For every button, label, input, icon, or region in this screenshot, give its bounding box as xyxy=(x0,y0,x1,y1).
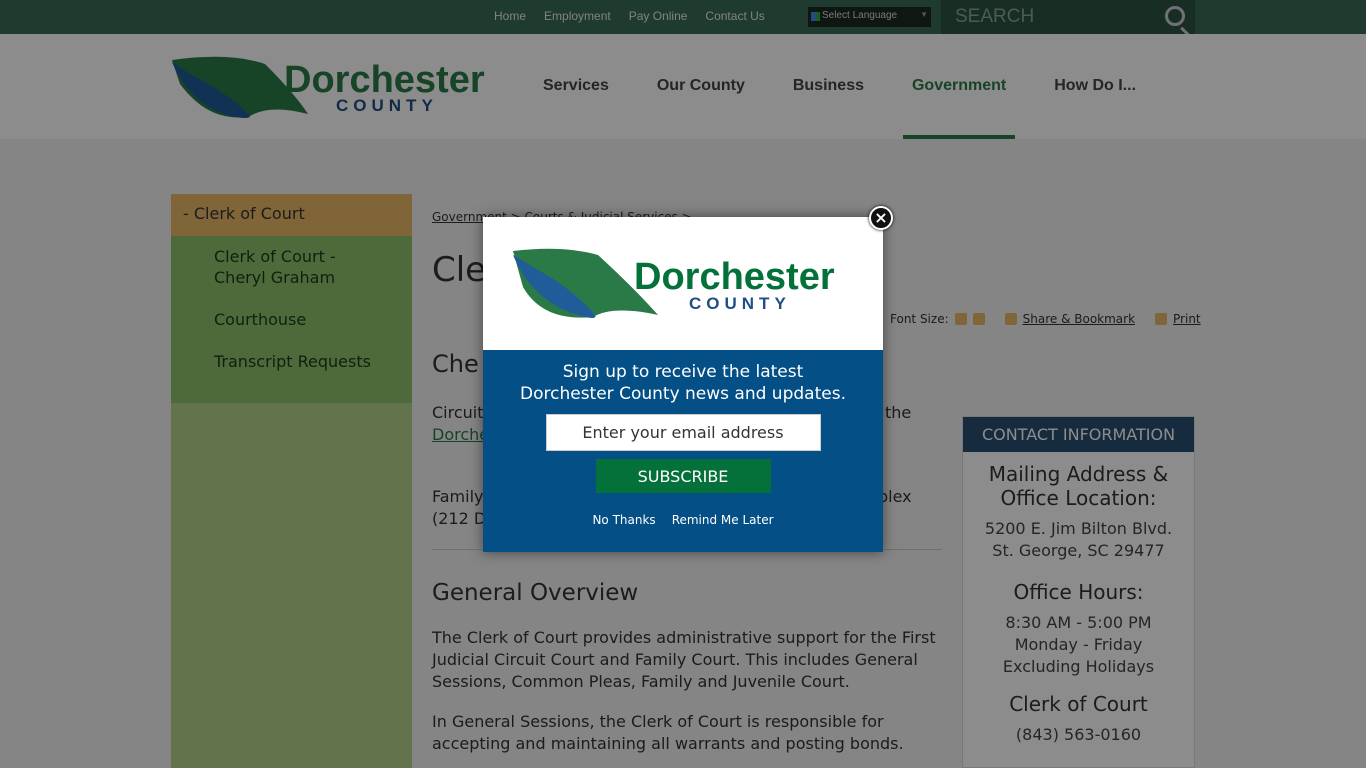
remind-later-link[interactable]: Remind Me Later xyxy=(672,513,774,527)
signup-message: Dorchester County news and updates. xyxy=(520,384,846,404)
subscribe-button[interactable]: SUBSCRIBE xyxy=(595,459,771,493)
svg-text:Dorchester: Dorchester xyxy=(634,256,835,298)
svg-text:COUNTY: COUNTY xyxy=(689,294,791,313)
dorchester-county-logo: Dorchester COUNTY xyxy=(513,248,835,318)
signup-message: Sign up to receive the latest xyxy=(562,362,804,382)
newsletter-modal: Dorchester COUNTY Sign up to receive the… xyxy=(483,217,883,552)
no-thanks-link[interactable]: No Thanks xyxy=(592,513,655,527)
close-icon[interactable]: × xyxy=(869,206,893,230)
email-input[interactable] xyxy=(545,414,821,451)
